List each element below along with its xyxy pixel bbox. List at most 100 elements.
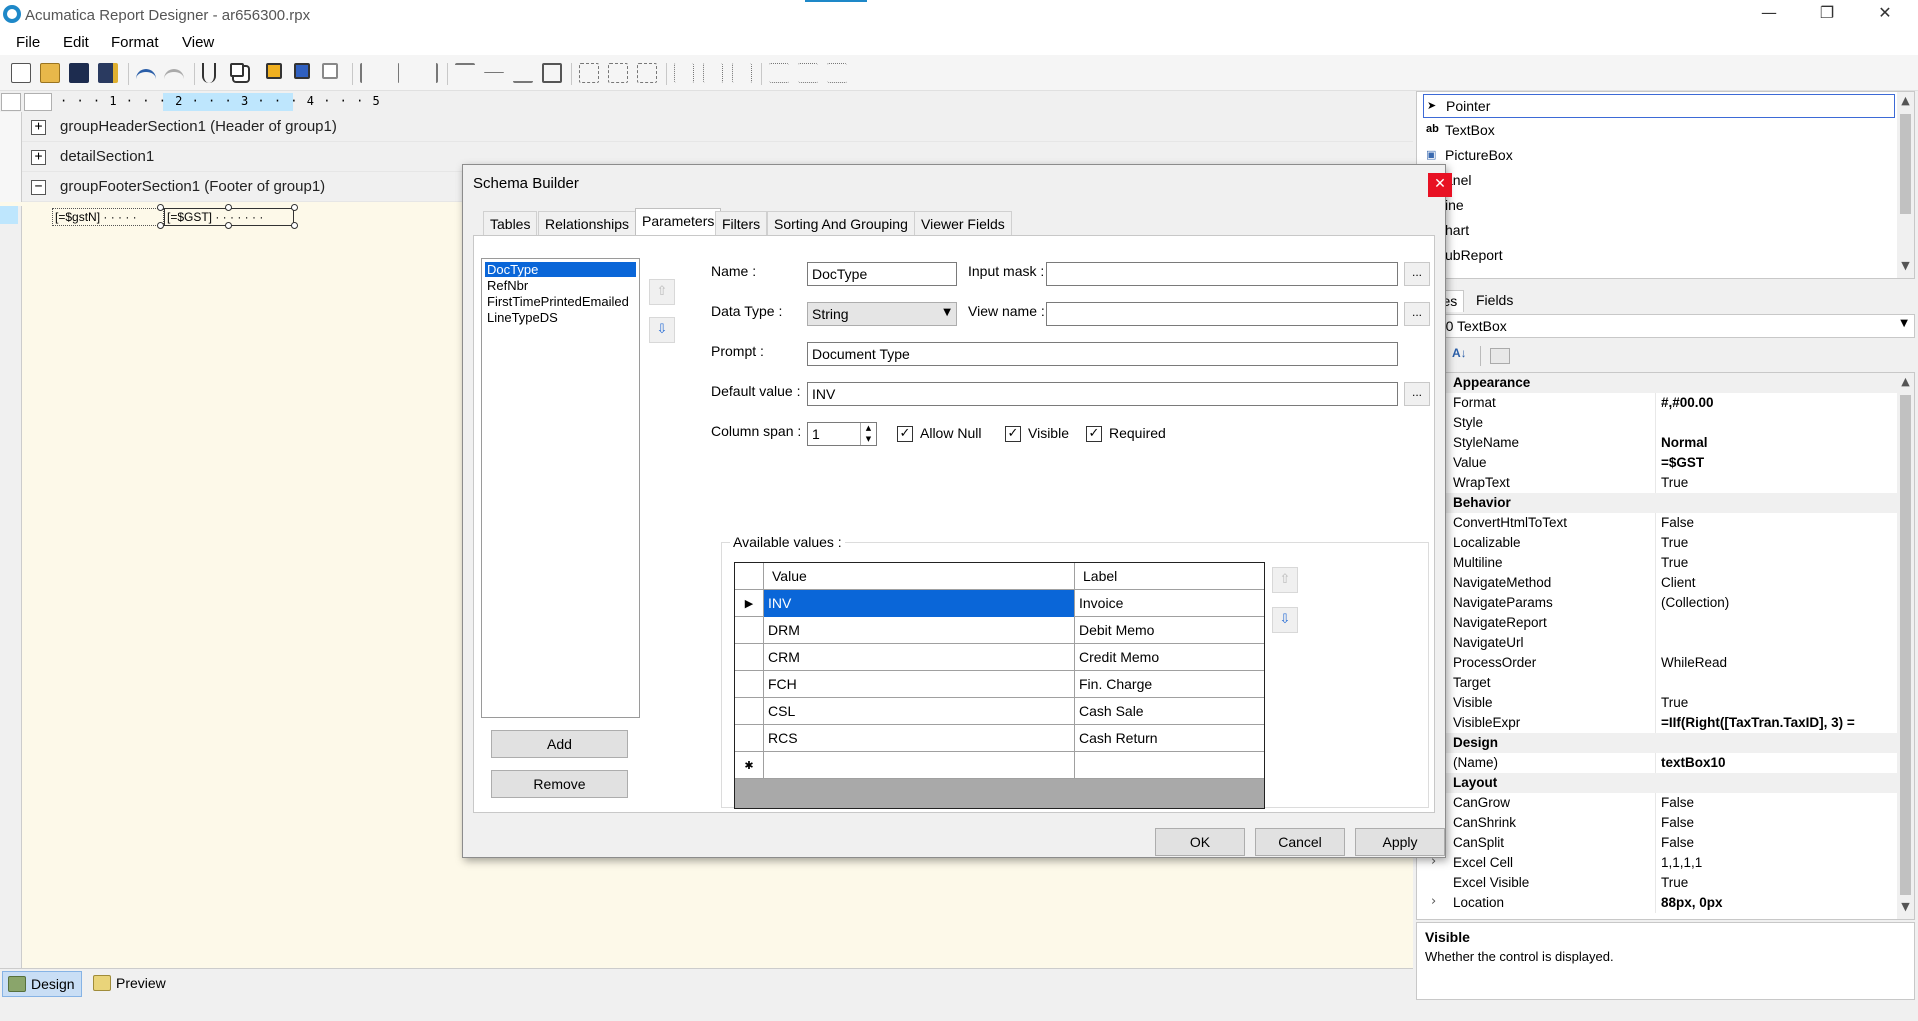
- value-cell[interactable]: FCH: [764, 671, 1075, 698]
- allow-null-checkbox[interactable]: ✓: [897, 426, 913, 442]
- move-value-up-icon[interactable]: ⇧: [1272, 567, 1298, 593]
- value-cell[interactable]: [764, 752, 1075, 779]
- scroll-down-icon[interactable]: ▼: [1897, 900, 1914, 917]
- align-top-icon[interactable]: [455, 63, 475, 83]
- object-selector[interactable]: ox10 TextBox ▼: [1416, 314, 1915, 338]
- input-mask-browse-button[interactable]: ...: [1404, 262, 1430, 286]
- move-value-down-icon[interactable]: ⇩: [1272, 607, 1298, 633]
- property-value[interactable]: False: [1661, 815, 1893, 830]
- label-cell[interactable]: Debit Memo: [1075, 617, 1264, 644]
- cancel-button[interactable]: Cancel: [1255, 828, 1345, 856]
- send-to-back-icon[interactable]: [294, 63, 310, 79]
- vertical-spacing-decrease-icon[interactable]: [827, 63, 847, 83]
- default-value-browse-button[interactable]: ...: [1404, 382, 1430, 406]
- property-row[interactable]: StyleName Normal: [1417, 433, 1897, 453]
- required-checkbox[interactable]: ✓: [1086, 426, 1102, 442]
- parameter-list[interactable]: DocType RefNbr FirstTimePrintedEmailed L…: [481, 258, 640, 718]
- table-row[interactable]: FCH Fin. Charge: [735, 671, 1264, 698]
- property-row[interactable]: VisibleExpr =IIf(Right([TaxTran.TaxID], 3…: [1417, 713, 1897, 733]
- align-to-grid-icon[interactable]: [542, 63, 562, 83]
- align-left-icon[interactable]: [360, 63, 380, 83]
- tab-relationships[interactable]: Relationships: [538, 211, 637, 235]
- property-value[interactable]: False: [1661, 515, 1893, 530]
- same-size-icon[interactable]: [637, 63, 657, 83]
- property-value[interactable]: False: [1661, 835, 1893, 850]
- data-type-select[interactable]: String ▼: [807, 302, 957, 326]
- property-value[interactable]: True: [1661, 555, 1893, 570]
- column-header-label[interactable]: Label: [1075, 563, 1264, 590]
- toolbox-scrollbar[interactable]: ▲ ▼: [1897, 92, 1914, 278]
- table-row[interactable]: CRM Credit Memo: [735, 644, 1264, 671]
- property-value[interactable]: True: [1661, 875, 1893, 890]
- toolbox-item-picturebox[interactable]: ▣ PictureBox: [1423, 144, 1895, 168]
- value-cell[interactable]: CRM: [764, 644, 1075, 671]
- property-value[interactable]: =IIf(Right([TaxTran.TaxID], 3) =: [1661, 715, 1893, 730]
- align-bottom-icon[interactable]: [513, 63, 533, 83]
- property-value[interactable]: textBox10: [1661, 755, 1893, 770]
- property-row[interactable]: Format #,#00.00: [1417, 393, 1897, 413]
- row-header[interactable]: ▶: [735, 590, 764, 617]
- label-cell[interactable]: Credit Memo: [1075, 644, 1264, 671]
- property-value[interactable]: Client: [1661, 575, 1893, 590]
- new-report-icon[interactable]: [11, 63, 31, 83]
- property-row[interactable]: › Location 88px, 0px: [1417, 893, 1897, 913]
- same-width-icon[interactable]: [579, 63, 599, 83]
- menu-format[interactable]: Format: [111, 34, 159, 51]
- label-cell[interactable]: [1075, 752, 1264, 779]
- expand-icon[interactable]: +: [31, 120, 46, 135]
- add-parameter-button[interactable]: Add: [491, 730, 628, 758]
- move-up-icon[interactable]: ⇧: [649, 279, 675, 305]
- group-icon[interactable]: [322, 63, 338, 79]
- property-pages-icon[interactable]: [1490, 348, 1510, 364]
- toolbox-item-panel[interactable]: anel: [1423, 169, 1895, 193]
- property-value[interactable]: True: [1661, 695, 1893, 710]
- property-row[interactable]: Excel Visible True: [1417, 873, 1897, 893]
- restore-button[interactable]: ❐: [1804, 3, 1850, 27]
- textbox-gstn[interactable]: [=$gstN] · · · · ·: [52, 208, 164, 226]
- property-row[interactable]: ConvertHtmlToText False: [1417, 513, 1897, 533]
- label-cell[interactable]: Invoice: [1075, 590, 1264, 617]
- label-cell[interactable]: Cash Sale: [1075, 698, 1264, 725]
- property-row[interactable]: Target: [1417, 673, 1897, 693]
- table-row[interactable]: CSL Cash Sale: [735, 698, 1264, 725]
- property-value[interactable]: =$GST: [1661, 455, 1893, 470]
- view-name-field[interactable]: [1046, 302, 1398, 326]
- tab-fields[interactable]: Fields: [1470, 290, 1519, 312]
- table-row[interactable]: ▶ INV Invoice: [735, 590, 1264, 617]
- property-row[interactable]: Localizable True: [1417, 533, 1897, 553]
- view-name-browse-button[interactable]: ...: [1404, 302, 1430, 326]
- align-right-icon[interactable]: [418, 63, 438, 83]
- spin-arrows-icon[interactable]: ▲ ▼: [860, 423, 876, 445]
- property-value[interactable]: WhileRead: [1661, 655, 1893, 670]
- tab-tables[interactable]: Tables: [483, 211, 538, 235]
- property-value[interactable]: 1,1,1,1: [1661, 855, 1893, 870]
- name-field[interactable]: DocType: [807, 262, 957, 286]
- menu-view[interactable]: View: [182, 34, 214, 51]
- table-row[interactable]: DRM Debit Memo: [735, 617, 1264, 644]
- row-header[interactable]: [735, 617, 764, 644]
- resize-handle[interactable]: [157, 204, 164, 211]
- scroll-thumb[interactable]: [1900, 114, 1911, 214]
- horizontal-spacing-decrease-icon[interactable]: [732, 63, 752, 83]
- copy-icon[interactable]: [230, 63, 244, 77]
- save-icon[interactable]: [69, 63, 89, 83]
- vertical-spacing-increase-icon[interactable]: [798, 63, 818, 83]
- value-cell[interactable]: CSL: [764, 698, 1075, 725]
- resize-handle[interactable]: [291, 204, 298, 211]
- value-cell[interactable]: DRM: [764, 617, 1075, 644]
- property-value[interactable]: (Collection): [1661, 595, 1893, 610]
- collapse-icon[interactable]: −: [31, 180, 46, 195]
- label-cell[interactable]: Cash Return: [1075, 725, 1264, 752]
- scroll-up-icon[interactable]: ▲: [1897, 94, 1914, 111]
- move-down-icon[interactable]: ⇩: [649, 317, 675, 343]
- property-row[interactable]: Value =$GST: [1417, 453, 1897, 473]
- open-icon[interactable]: [40, 63, 60, 83]
- property-row[interactable]: NavigateMethod Client: [1417, 573, 1897, 593]
- redo-icon[interactable]: [164, 69, 184, 81]
- scroll-down-icon[interactable]: ▼: [1897, 259, 1914, 276]
- property-grid-scrollbar[interactable]: ▲ ▼: [1897, 373, 1914, 919]
- available-values-grid[interactable]: Value Label ▶ INV Invoice DRM Debit Memo CRM C…: [734, 562, 1265, 809]
- resize-handle[interactable]: [157, 222, 164, 229]
- column-header-value[interactable]: Value: [764, 563, 1075, 590]
- bring-to-front-icon[interactable]: [266, 63, 282, 79]
